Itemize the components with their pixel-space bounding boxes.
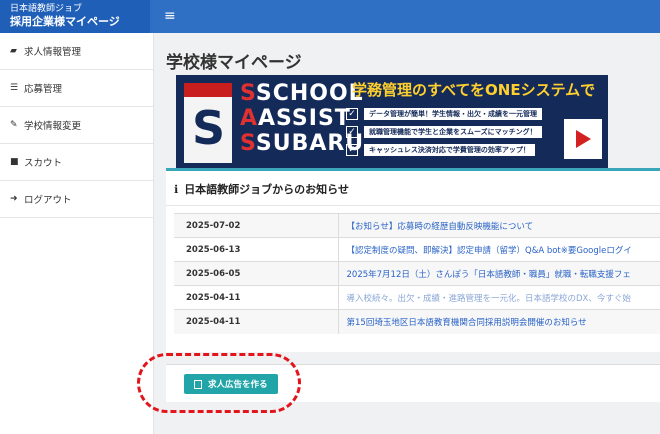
brand-subtitle: 日本語教師ジョブ — [10, 4, 83, 14]
sidebar-item-scout[interactable]: ■ スカウト — [0, 144, 153, 181]
edit-icon: ✎ — [10, 120, 18, 130]
table-row: 2025-06-13 【認定制度の疑問、即解決】認定申請（留学）Q&A bot※… — [174, 237, 660, 262]
user-icon: ■ — [10, 157, 19, 167]
sidebar-item-label: 求人情報管理 — [24, 47, 82, 58]
check-icon: ✓ — [346, 144, 358, 156]
news-date: 2025-04-11 — [174, 309, 339, 334]
info-icon: ℹ — [174, 183, 179, 196]
banner-feature: ✓ データ管理が簡単！学生情報・出欠・成績を一元管理 — [346, 107, 566, 121]
brand[interactable]: 日本語教師ジョブ 採用企業様マイページ — [0, 0, 150, 33]
news-link[interactable]: 【お知らせ】応募時の経歴自動反映機能について — [338, 213, 660, 238]
sidebar-item-school-info[interactable]: ✎ 学校情報変更 — [0, 107, 153, 144]
sidebar-item-logout[interactable]: ➜ ログアウト — [0, 181, 153, 218]
sidebar: ▰ 求人情報管理 ☰ 応募管理 ✎ 学校情報変更 ■ スカウト ➜ ログアウト — [0, 33, 154, 434]
banner-feature: ✓ 就職管理機能で学生と企業をスムーズにマッチング！ — [346, 125, 566, 139]
sidebar-item-label: 応募管理 — [24, 84, 63, 95]
news-link[interactable]: 2025年7月12日（土）さんぽう「日本語教師・職員」就職・転職支援フェ — [338, 261, 660, 286]
list-icon: ☰ — [10, 83, 19, 93]
news-date: 2025-06-13 — [174, 237, 339, 262]
play-icon[interactable] — [564, 119, 602, 159]
sidebar-item-label: ログアウト — [24, 195, 72, 206]
news-title: ℹ 日本語教師ジョブからのお知らせ — [174, 183, 349, 196]
table-row: 2025-06-05 2025年7月12日（土）さんぽう「日本語教師・職員」就職… — [174, 261, 660, 286]
sign-out-icon: ➜ — [10, 194, 18, 204]
highlight-annotation — [137, 353, 301, 413]
table-row: 2025-04-11 導入校続々。出欠・成績・進路管理を一元化。日本語学校のDX… — [174, 285, 660, 310]
briefcase-icon: ▰ — [10, 46, 17, 56]
news-link[interactable]: 導入校続々。出欠・成績・進路管理を一元化。日本語学校のDX、今すぐ始 — [338, 285, 660, 310]
hamburger-icon[interactable]: ≡ — [164, 8, 176, 24]
sidebar-item-label: 学校情報変更 — [24, 121, 82, 132]
page-title: 学校様マイページ — [166, 53, 302, 73]
sidebar-item-label: スカウト — [24, 158, 63, 169]
sidebar-item-applications[interactable]: ☰ 応募管理 — [0, 70, 153, 107]
divider — [166, 205, 660, 206]
table-row: 2025-04-11 第15回埼玉地区日本語教育機関合同採用説明会開催のお知らせ — [174, 309, 660, 334]
brand-title: 採用企業様マイページ — [10, 15, 120, 28]
news-date: 2025-07-02 — [174, 213, 339, 238]
news-date: 2025-06-05 — [174, 261, 339, 286]
school-logo-icon: S — [184, 83, 232, 163]
sidebar-item-job-management[interactable]: ▰ 求人情報管理 — [0, 33, 153, 70]
news-link[interactable]: 第15回埼玉地区日本語教育機関合同採用説明会開催のお知らせ — [338, 309, 660, 334]
news-link[interactable]: 【認定制度の疑問、即解決】認定申請（留学）Q&A bot※要Googleログイ — [338, 237, 660, 262]
check-icon: ✓ — [346, 108, 358, 120]
news-panel: ℹ 日本語教師ジョブからのお知らせ 2025-07-02 【お知らせ】応募時の経歴… — [166, 168, 660, 352]
top-bar: 日本語教師ジョブ 採用企業様マイページ ≡ — [0, 0, 660, 33]
news-table: 2025-07-02 【お知らせ】応募時の経歴自動反映機能について 2025-0… — [174, 213, 660, 334]
news-date: 2025-04-11 — [174, 285, 339, 310]
check-icon: ✓ — [346, 126, 358, 138]
table-row: 2025-07-02 【お知らせ】応募時の経歴自動反映機能について — [174, 213, 660, 238]
banner-headline: 学務管理のすべてをONEシステムで — [352, 81, 596, 99]
banner-feature: ✓ キャッシュレス決済対応で学費管理の効率アップ！ — [346, 143, 566, 157]
